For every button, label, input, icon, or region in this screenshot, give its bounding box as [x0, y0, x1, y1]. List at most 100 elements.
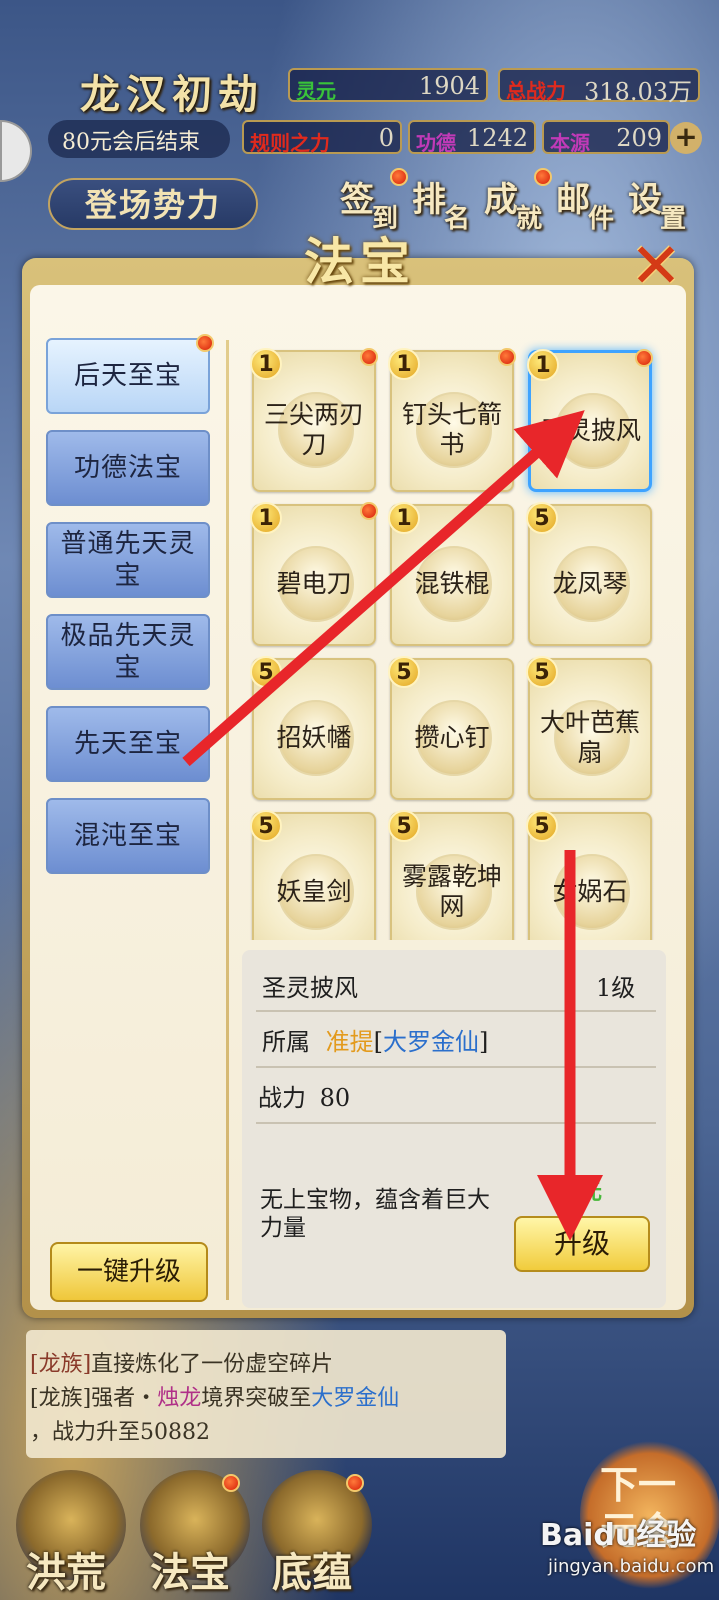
- notification-dot-icon: [346, 1474, 364, 1492]
- tab-innate-supreme-treasure[interactable]: 先天至宝: [46, 706, 210, 782]
- countdown-text: 80元会后结束: [62, 130, 200, 155]
- tab-label: 后天至宝: [73, 361, 182, 391]
- level-badge: 1: [527, 349, 559, 381]
- mail-button[interactable]: 邮 件: [556, 172, 620, 236]
- treasure-card[interactable]: 碧电刀 1: [250, 502, 378, 646]
- chat-line: ，战力升至50882: [30, 1414, 500, 1446]
- tab-label: 普通先天灵宝: [60, 529, 196, 591]
- level-badge: 5: [526, 810, 558, 842]
- stat-value: 209: [616, 124, 662, 152]
- stat-value: 318.03万: [584, 78, 692, 106]
- level-badge: 5: [388, 656, 420, 688]
- tab-postnatal-treasure[interactable]: 后天至宝: [46, 334, 214, 414]
- settings-button[interactable]: 设 置: [628, 172, 692, 236]
- stat-lingyuan: 灵元 1904: [288, 68, 488, 103]
- treasure-card[interactable]: 攒心钉 5: [388, 656, 514, 800]
- treasure-card[interactable]: 女娲石 5: [526, 810, 652, 940]
- tab-merit-treasure[interactable]: 功德法宝: [46, 430, 210, 506]
- treasure-grid: 三尖两刃刀 1 钉头七箭书 1 圣灵披风 1 碧电刀 1 混铁棍 1 龙凤琴 5…: [244, 340, 664, 940]
- close-x-icon[interactable]: ✕: [630, 235, 684, 297]
- stat-label: 灵元: [296, 79, 336, 103]
- stat-label: 本源: [550, 131, 590, 155]
- chat-line: [龙族]直接炼化了一份虚空碎片: [30, 1346, 500, 1378]
- chat-tag: [龙族]: [30, 1352, 92, 1377]
- level-badge: 5: [526, 656, 558, 688]
- power-value: 80: [319, 1084, 351, 1112]
- upgrade-button[interactable]: 升级: [514, 1216, 650, 1272]
- bracket: ]: [479, 1028, 489, 1056]
- chat-player-name: 烛龙: [157, 1386, 202, 1411]
- faction-button[interactable]: 登场势力: [48, 178, 258, 230]
- level-badge: 5: [250, 810, 282, 842]
- owner-rank: 大罗金仙: [383, 1028, 480, 1056]
- stat-origin: 本源 209: [542, 120, 670, 155]
- stat-value: 1242: [466, 124, 528, 152]
- treasure-card[interactable]: 龙凤琴 5: [526, 502, 652, 646]
- owner-label: 所属: [262, 1028, 310, 1056]
- tab-label: 混沌至宝: [73, 821, 182, 851]
- notification-dot-icon: [498, 348, 516, 366]
- chat-rank: 大罗金仙: [311, 1386, 400, 1411]
- notification-dot-icon: [360, 348, 378, 366]
- treasure-card[interactable]: 大叶芭蕉扇 5: [526, 656, 652, 800]
- level-badge: 1: [388, 348, 420, 380]
- stat-total-power: 总战力 318.03万: [498, 68, 700, 106]
- detail-owner-row: 所属 准提[大罗金仙]: [262, 1022, 488, 1057]
- treasure-card[interactable]: 钉头七箭书 1: [388, 348, 516, 492]
- detail-name: 圣灵披风: [262, 974, 358, 1002]
- level-badge: 1: [250, 348, 282, 380]
- chat-tag: [龙族]: [30, 1386, 92, 1411]
- realm-title: 龙汉初劫: [80, 71, 264, 118]
- tab-label: 极品先天灵宝: [60, 621, 196, 683]
- next-line: 下一: [600, 1462, 677, 1507]
- stat-merit: 功德 1242: [408, 120, 536, 155]
- notification-dot-icon: [534, 168, 552, 186]
- treasure-card[interactable]: 雾露乾坤网 5: [388, 810, 514, 940]
- power-label: 战力: [258, 1084, 306, 1112]
- stat-value: 1904: [418, 72, 480, 100]
- detail-description: 无上宝物，蕴含着巨大力量: [260, 1187, 490, 1241]
- nav-label: 洪荒: [26, 1549, 106, 1596]
- treasure-card[interactable]: 妖皇剑 5: [250, 810, 376, 940]
- tab-label: 先天至宝: [73, 729, 182, 759]
- tab-common-innate-treasure[interactable]: 普通先天灵宝: [46, 522, 210, 598]
- btn-char: 就: [516, 204, 543, 234]
- detail-divider: [256, 1066, 656, 1068]
- owner-name: 准提: [325, 1028, 374, 1056]
- treasure-card[interactable]: 三尖两刃刀 1: [250, 348, 378, 492]
- btn-char: 设: [628, 180, 662, 220]
- chat-line: [龙族]强者・烛龙境界突破至大罗金仙: [30, 1380, 500, 1412]
- one-click-upgrade-button[interactable]: 一键升级: [50, 1242, 208, 1302]
- tab-chaos-treasure[interactable]: 混沌至宝: [46, 798, 210, 874]
- achievement-button[interactable]: 成 就: [484, 168, 552, 236]
- notification-dot-icon: [635, 349, 653, 367]
- tab-label: 功德法宝: [73, 453, 182, 483]
- level-badge: 5: [526, 502, 558, 534]
- stat-label: 规则之力: [250, 131, 330, 155]
- notification-dot-icon: [222, 1474, 240, 1492]
- chat-text: 直接炼化了一份虚空碎片: [91, 1352, 334, 1377]
- btn-char: 签: [340, 180, 374, 220]
- level-badge: 1: [250, 502, 282, 534]
- cost-label: 灵元: [558, 1179, 603, 1205]
- notification-dot-icon: [196, 334, 214, 352]
- btn-char: 邮: [556, 180, 590, 220]
- panel-divider: [226, 340, 229, 1300]
- baidu-watermark: Baidu经验: [540, 1518, 697, 1553]
- detail-power-row: 战力 80: [258, 1078, 350, 1113]
- tab-superior-innate-treasure[interactable]: 极品先天灵宝: [46, 614, 210, 690]
- stat-label: 功德: [416, 131, 456, 155]
- detail-divider: [256, 1010, 656, 1012]
- level-badge: 5: [250, 656, 282, 688]
- stat-label: 总战力: [506, 79, 566, 103]
- treasure-card[interactable]: 混铁棍 1: [388, 502, 514, 646]
- baidu-watermark-url: jingyan.baidu.com: [548, 1556, 715, 1577]
- btn-char: 件: [588, 204, 615, 234]
- treasure-card[interactable]: 招妖幡 5: [250, 656, 376, 800]
- treasure-card-selected[interactable]: 圣灵披风 1: [527, 349, 653, 492]
- notification-dot-icon: [360, 502, 378, 520]
- chat-text: 境界突破至: [201, 1386, 312, 1411]
- btn-char: 名: [444, 204, 471, 234]
- add-resource-icon[interactable]: +: [670, 122, 702, 154]
- bracket: [: [373, 1028, 384, 1056]
